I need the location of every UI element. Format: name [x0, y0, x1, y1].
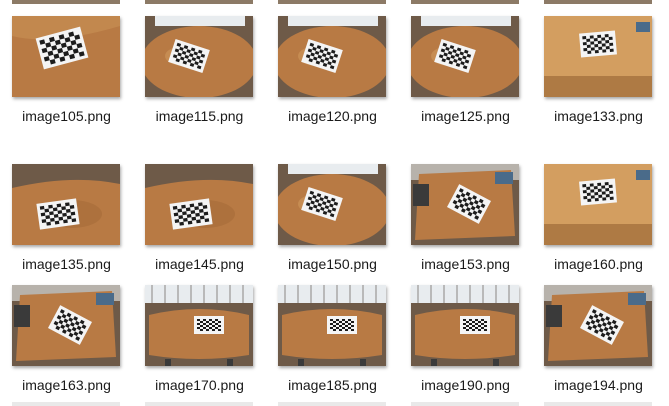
file-grid: image105.png image115.png image120.png imag… [0, 0, 669, 406]
partial-thumbnail[interactable] [145, 0, 253, 4]
thumbnail-image[interactable] [12, 164, 120, 245]
thumbnail-image[interactable] [411, 164, 519, 245]
file-item[interactable]: image163.png [0, 0, 133, 393]
thumbnail-image[interactable] [278, 164, 386, 245]
file-name-label: image170.png [155, 377, 244, 393]
thumbnail-image[interactable] [278, 285, 386, 366]
partial-thumbnail[interactable] [544, 0, 652, 4]
thumbnail-image[interactable] [12, 285, 120, 366]
partial-thumbnail[interactable] [12, 402, 120, 406]
file-name-label: image194.png [554, 377, 643, 393]
file-item[interactable]: image190.png [399, 0, 532, 393]
file-name-label: image150.png [288, 256, 377, 272]
thumbnail-image[interactable] [145, 164, 253, 245]
partial-thumbnail[interactable] [544, 402, 652, 406]
thumbnail-image[interactable] [544, 285, 652, 366]
file-name-label: image153.png [421, 256, 510, 272]
partial-thumbnail[interactable] [12, 0, 120, 4]
partial-thumbnail[interactable] [411, 402, 519, 406]
file-item[interactable]: image185.png [266, 0, 399, 393]
file-item[interactable]: image194.png [532, 0, 665, 393]
partial-thumbnail[interactable] [278, 402, 386, 406]
partial-thumbnail[interactable] [411, 0, 519, 4]
partial-thumbnail[interactable] [145, 402, 253, 406]
file-name-label: image185.png [288, 377, 377, 393]
file-name-label: image160.png [554, 256, 643, 272]
file-name-label: image190.png [421, 377, 510, 393]
thumbnail-image[interactable] [411, 285, 519, 366]
thumbnail-image[interactable] [145, 285, 253, 366]
file-name-label: image145.png [155, 256, 244, 272]
partial-thumbnail[interactable] [278, 0, 386, 4]
file-item[interactable]: image170.png [133, 0, 266, 393]
thumbnail-image[interactable] [544, 164, 652, 245]
file-name-label: image135.png [22, 256, 111, 272]
file-name-label: image163.png [22, 377, 111, 393]
